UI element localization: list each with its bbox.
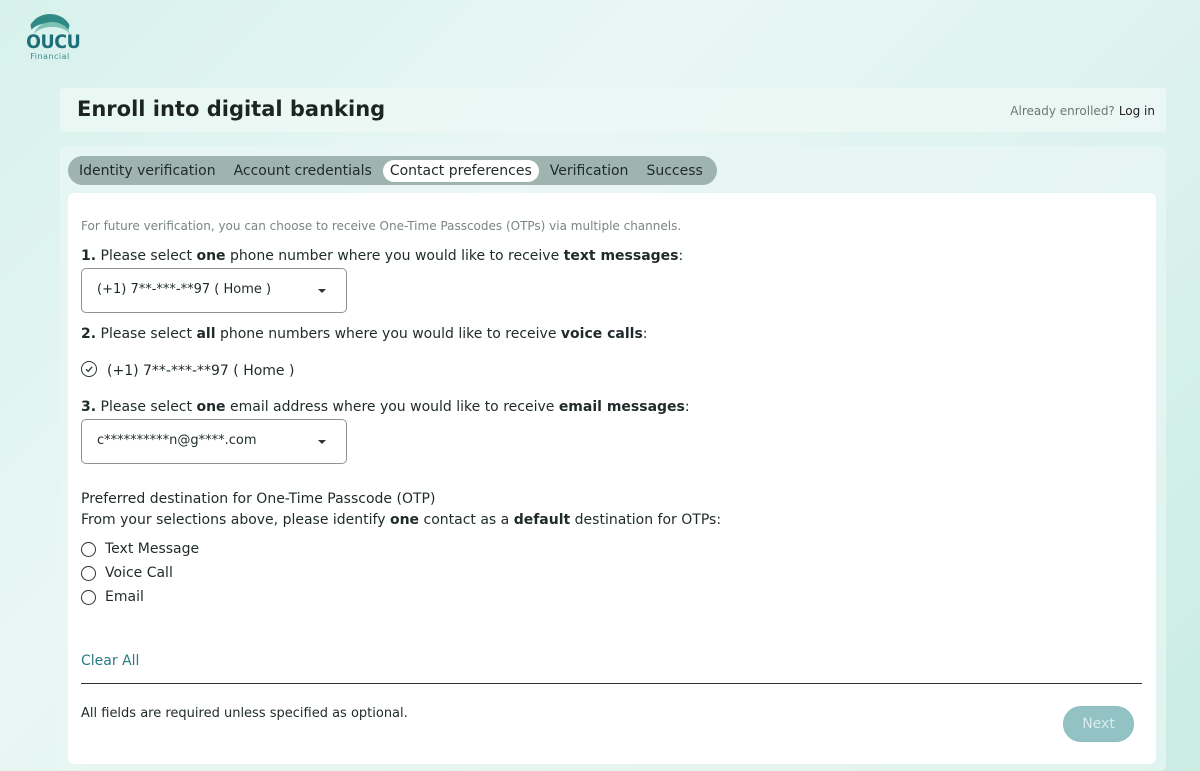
otp-option-email[interactable]: Email: [81, 589, 144, 605]
brand-logo: OUCU Financial: [24, 14, 81, 64]
otp-option-voice-call[interactable]: Voice Call: [81, 565, 173, 581]
required-fields-note: All fields are required unless specified…: [81, 706, 408, 721]
divider: [81, 683, 1142, 684]
otp-option-label: Text Message: [105, 541, 200, 557]
page-title: Enroll into digital banking: [77, 97, 386, 121]
already-enrolled-text: Already enrolled?: [1010, 104, 1115, 118]
clear-all-link[interactable]: Clear All: [81, 653, 139, 669]
page-header: Enroll into digital banking Already enro…: [60, 88, 1166, 132]
tab-contact-preferences[interactable]: Contact preferences: [382, 159, 539, 182]
otp-option-text-message[interactable]: Text Message: [81, 541, 199, 557]
tab-account-credentials[interactable]: Account credentials: [227, 160, 379, 182]
question-voice-calls: 2. Please select all phone numbers where…: [81, 326, 648, 342]
already-enrolled: Already enrolled? Log in: [1010, 104, 1155, 118]
brand-subtitle: Financial: [30, 52, 70, 61]
chevron-down-icon: [318, 440, 326, 444]
voice-call-option[interactable]: (+1) 7**-***-**97 ( Home ): [81, 359, 294, 379]
chevron-down-icon: [318, 289, 326, 293]
brand-name: OUCU: [26, 31, 81, 53]
form-panel: For future verification, you can choose …: [68, 193, 1156, 764]
question-email: 3. Please select one email address where…: [81, 399, 690, 415]
email-select[interactable]: c**********n@g****.com: [81, 419, 347, 464]
otp-option-label: Voice Call: [105, 565, 173, 581]
otp-title: Preferred destination for One-Time Passc…: [81, 491, 436, 507]
intro-text: For future verification, you can choose …: [81, 219, 682, 233]
tab-identity-verification[interactable]: Identity verification: [72, 160, 223, 182]
radio-icon[interactable]: [81, 589, 96, 605]
text-message-phone-select[interactable]: (+1) 7**-***-**97 ( Home ): [81, 268, 347, 313]
tab-success[interactable]: Success: [639, 160, 709, 182]
otp-option-label: Email: [105, 589, 144, 605]
radio-icon[interactable]: [81, 541, 96, 557]
question-text-messages: 1. Please select one phone number where …: [81, 248, 684, 264]
otp-instructions: From your selections above, please ident…: [81, 512, 722, 528]
email-select-value: c**********n@g****.com: [97, 433, 257, 448]
voice-call-option-label: (+1) 7**-***-**97 ( Home ): [107, 363, 295, 379]
next-button[interactable]: Next: [1063, 706, 1134, 742]
login-link[interactable]: Log in: [1119, 104, 1155, 118]
text-message-phone-value: (+1) 7**-***-**97 ( Home ): [97, 282, 272, 297]
tab-verification[interactable]: Verification: [543, 160, 636, 182]
radio-icon[interactable]: [81, 565, 96, 581]
step-tabs: Identity verification Account credential…: [68, 156, 717, 185]
check-circle-icon[interactable]: [81, 361, 97, 377]
